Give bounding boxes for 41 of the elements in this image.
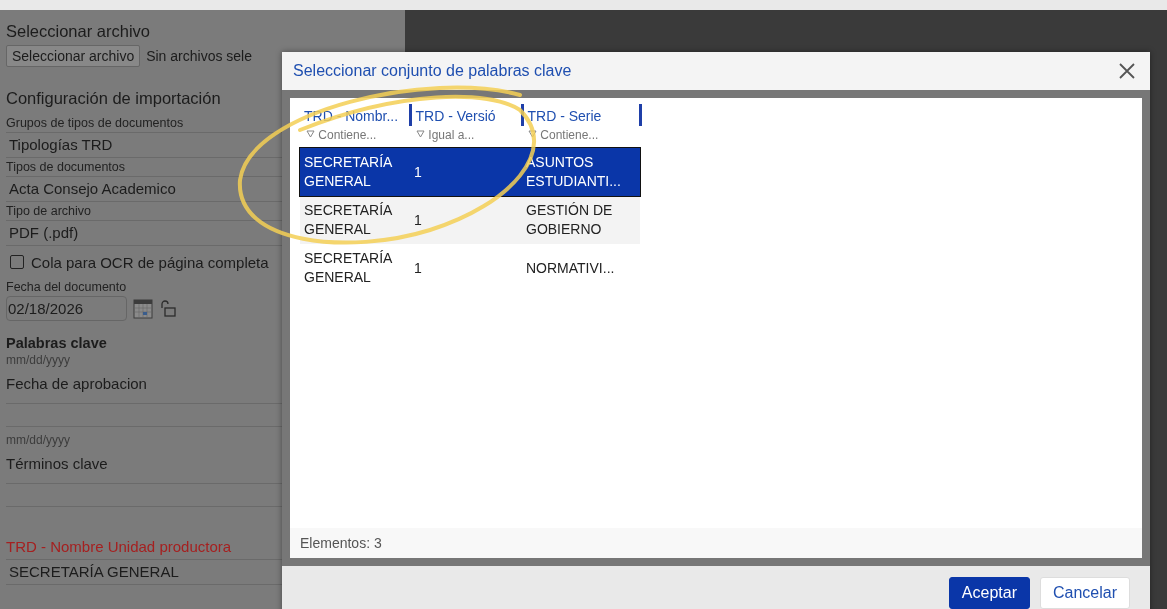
section-label: Palabras clave — [6, 335, 107, 351]
filter-icon — [528, 130, 537, 139]
field-label: Tipo de archivo — [6, 203, 91, 220]
select-field[interactable]: SECRETARÍA GENERAL — [6, 559, 284, 585]
format-hint: mm/dd/yyyy — [6, 432, 70, 449]
table-cell: 1 — [410, 196, 522, 244]
section-heading: Configuración de importación — [6, 89, 221, 108]
column-header[interactable]: TRD - Serie — [522, 104, 640, 126]
table-cell: GESTIÓN DE GOBIERNO — [522, 196, 640, 244]
item-count: Elementos: 3 — [290, 528, 1142, 558]
checkbox[interactable] — [10, 255, 24, 269]
filter-icon — [416, 130, 425, 139]
table-cell: SECRETARÍA GENERAL — [300, 244, 410, 292]
table-cell: 1 — [410, 244, 522, 292]
accept-button[interactable]: Aceptar — [948, 576, 1030, 609]
dialog-title: Seleccionar conjunto de palabras clave — [293, 62, 572, 80]
checkbox-label: Cola para OCR de página completa — [31, 253, 269, 271]
select-field[interactable]: PDF (.pdf) — [6, 220, 284, 246]
table-cell: NORMATIVI... — [522, 244, 640, 292]
lock-icon[interactable] — [159, 299, 177, 318]
calendar-icon[interactable] — [133, 298, 153, 319]
required-field-label: TRD - Nombre Unidad productora — [6, 537, 232, 557]
table-cell: SECRETARÍA GENERAL — [300, 148, 410, 196]
file-status-text: Sin archivos sele — [146, 48, 252, 64]
table-cell: 1 — [410, 148, 522, 196]
field-label: Tipos de documentos — [6, 159, 126, 176]
close-icon[interactable] — [1118, 62, 1136, 80]
column-filter[interactable]: Igual a... — [410, 126, 522, 148]
column-header[interactable]: TRD - Versió — [410, 104, 522, 126]
date-field[interactable]: 02/18/2026 — [6, 296, 127, 321]
cancel-button[interactable]: Cancelar — [1039, 576, 1130, 609]
table-cell: SECRETARÍA GENERAL — [300, 196, 410, 244]
table-row[interactable]: SECRETARÍA GENERAL 1 GESTIÓN DE GOBIERNO — [300, 196, 640, 244]
column-filter[interactable]: Contiene... — [522, 126, 640, 148]
filter-icon — [306, 130, 315, 139]
choose-file-button[interactable]: Seleccionar archivo — [6, 45, 141, 67]
section-heading: Seleccionar archivo — [6, 22, 150, 41]
column-filter[interactable]: Contiene... — [300, 126, 410, 148]
field-label: Grupos de tipos de documentos — [6, 115, 184, 132]
format-hint: mm/dd/yyyy — [6, 352, 70, 369]
field-label: Fecha del documento — [6, 279, 127, 296]
